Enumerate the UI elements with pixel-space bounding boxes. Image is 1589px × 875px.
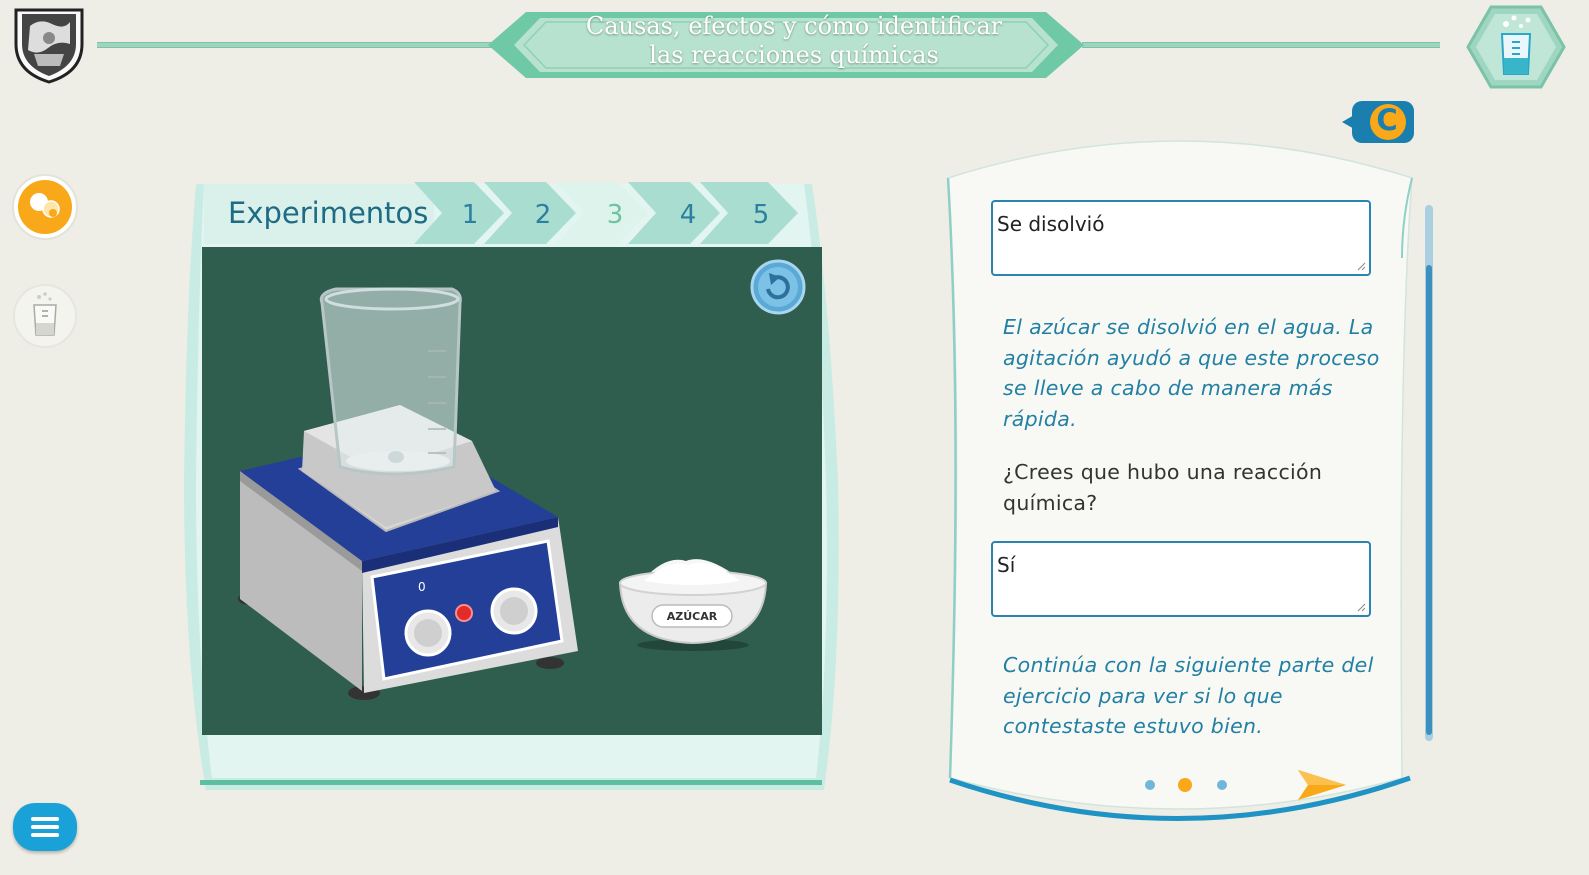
resize-handle-icon[interactable] — [1357, 262, 1366, 271]
feedback-text-1: El azúcar se disolvió en el agua. La agi… — [1003, 315, 1380, 431]
tab-1[interactable]: 1 — [455, 200, 485, 230]
stirrer-illustration: 0 — [238, 287, 578, 700]
beaker-icon[interactable] — [12, 283, 78, 349]
unam-logo — [14, 8, 84, 84]
hamburger-menu-icon — [31, 817, 59, 837]
dial-mark: 0 — [418, 580, 426, 594]
feedback-text-2: Continúa con la siguiente parte del ejer… — [1003, 653, 1374, 738]
page-title: Causas, efectos y cómo identificar las r… — [540, 12, 1048, 70]
sugar-bowl-label: AZÚCAR — [666, 610, 718, 623]
answer-field-2-value: Sí — [997, 553, 1016, 577]
question-text: ¿Crees que hubo una reacción química? — [1003, 460, 1323, 515]
page-dot-1[interactable] — [1145, 780, 1155, 790]
answer-field-1[interactable]: Se disolvió — [991, 200, 1371, 276]
panel-scrollbar[interactable] — [1425, 205, 1433, 741]
answer-field-2[interactable]: Sí — [991, 541, 1371, 617]
tab-2[interactable]: 2 — [528, 200, 558, 230]
c-badge-letter: C — [1376, 103, 1398, 137]
scrollbar-thumb[interactable] — [1426, 265, 1432, 735]
menu-button[interactable] — [13, 803, 77, 851]
answer-field-1-value: Se disolvió — [997, 212, 1105, 236]
reload-icon[interactable] — [750, 259, 806, 315]
experiment-stage: 0 AZÚCAR — [202, 247, 822, 735]
tab-5[interactable]: 5 — [746, 200, 776, 230]
tab-4[interactable]: 4 — [673, 200, 703, 230]
tab-3[interactable]: 3 — [600, 200, 630, 230]
page-dot-3[interactable] — [1217, 780, 1227, 790]
sugar-bowl — [618, 559, 768, 651]
title-line-2: las reacciones químicas — [649, 41, 939, 69]
bubbles-icon[interactable] — [11, 173, 79, 241]
resize-handle-icon[interactable] — [1357, 603, 1366, 612]
page-dot-2[interactable] — [1178, 778, 1192, 792]
beaker-hex-icon[interactable] — [1466, 4, 1566, 90]
next-arrow-icon[interactable] — [1296, 768, 1348, 802]
title-line-1: Causas, efectos y cómo identificar — [585, 12, 1003, 40]
experiments-label: Experimentos — [228, 196, 429, 230]
